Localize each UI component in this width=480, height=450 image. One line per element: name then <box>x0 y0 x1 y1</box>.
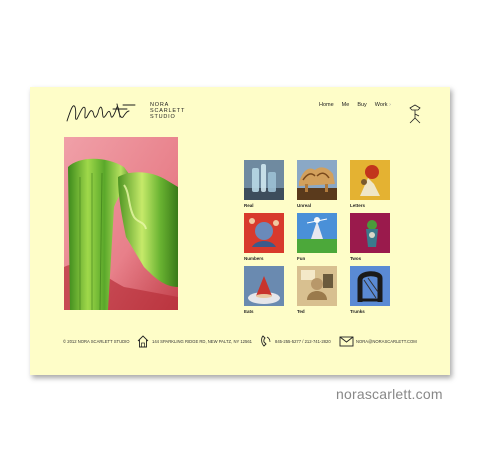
gallery-label-letters: Letters <box>350 203 366 208</box>
nav-buy[interactable]: Buy <box>357 102 366 108</box>
phone-icon <box>260 334 272 349</box>
gallery-thumb-unreal <box>297 160 337 200</box>
gallery-tile-letters[interactable]: Letters <box>350 160 390 208</box>
gallery-thumb-fun <box>297 213 337 253</box>
gallery-thumb-letters <box>350 160 390 200</box>
gallery-label-trunks: Trunks <box>350 309 365 314</box>
site-screenshot-card: NORA SCARLETT STUDIO Home Me Buy Work › <box>30 87 450 375</box>
lamp-icon <box>407 104 423 129</box>
featured-photo-celery <box>64 137 178 310</box>
logo-wordmark: NORA SCARLETT STUDIO <box>150 102 185 120</box>
gallery-thumb-real <box>244 160 284 200</box>
gallery-tile-ted[interactable]: Ted <box>297 266 337 314</box>
gallery-thumb-numbers <box>244 213 284 253</box>
footer-email[interactable]: NORA@NORASCARLETT.COM <box>356 339 417 344</box>
gallery-tile-real[interactable]: Real <box>244 160 284 208</box>
envelope-icon <box>339 336 354 348</box>
site-footer: © 2012 NORA SCARLETT STUDIO 144 SPARKLIN… <box>63 334 443 350</box>
gallery-tile-twos[interactable]: Twos <box>350 213 390 261</box>
gallery-thumb-twos <box>350 213 390 253</box>
gallery-label-real: Real <box>244 203 254 208</box>
logo-line-3: STUDIO <box>150 114 176 120</box>
gallery-label-unreal: Unreal <box>297 203 312 208</box>
gallery-thumb-eats <box>244 266 284 306</box>
gallery-thumb-trunks <box>350 266 390 306</box>
gallery-label-numbers: Numbers <box>244 256 264 261</box>
gallery-tile-fun[interactable]: Fun <box>297 213 337 261</box>
gallery-label-eats: Eats <box>244 309 254 314</box>
nav-me[interactable]: Me <box>342 102 350 108</box>
site-url-caption: norascarlett.com <box>336 386 443 402</box>
gallery-label-twos: Twos <box>350 256 362 261</box>
house-icon <box>137 334 149 349</box>
nav-work-label: Work <box>374 102 388 108</box>
gallery-label-ted: Ted <box>297 309 305 314</box>
nav-work[interactable]: Work › <box>375 102 391 108</box>
footer-copyright: © 2012 NORA SCARLETT STUDIO <box>63 339 130 344</box>
nav-work-arrow: › <box>389 102 391 108</box>
gallery-tile-eats[interactable]: Eats <box>244 266 284 314</box>
gallery-thumb-ted <box>297 266 337 306</box>
footer-address[interactable]: 144 SPARKLING RIDGE RD, NEW PALTZ, NY 12… <box>152 339 252 344</box>
gallery-label-fun: Fun <box>297 256 306 261</box>
signature-logo[interactable] <box>65 99 145 132</box>
gallery-tile-trunks[interactable]: Trunks <box>350 266 390 314</box>
footer-phone[interactable]: 845-255-5277 / 212-741-2820 <box>275 339 331 344</box>
gallery-tile-unreal[interactable]: Unreal <box>297 160 337 208</box>
main-nav: Home Me Buy Work › <box>319 102 391 108</box>
gallery-tile-numbers[interactable]: Numbers <box>244 213 284 261</box>
nav-home[interactable]: Home <box>319 102 334 108</box>
